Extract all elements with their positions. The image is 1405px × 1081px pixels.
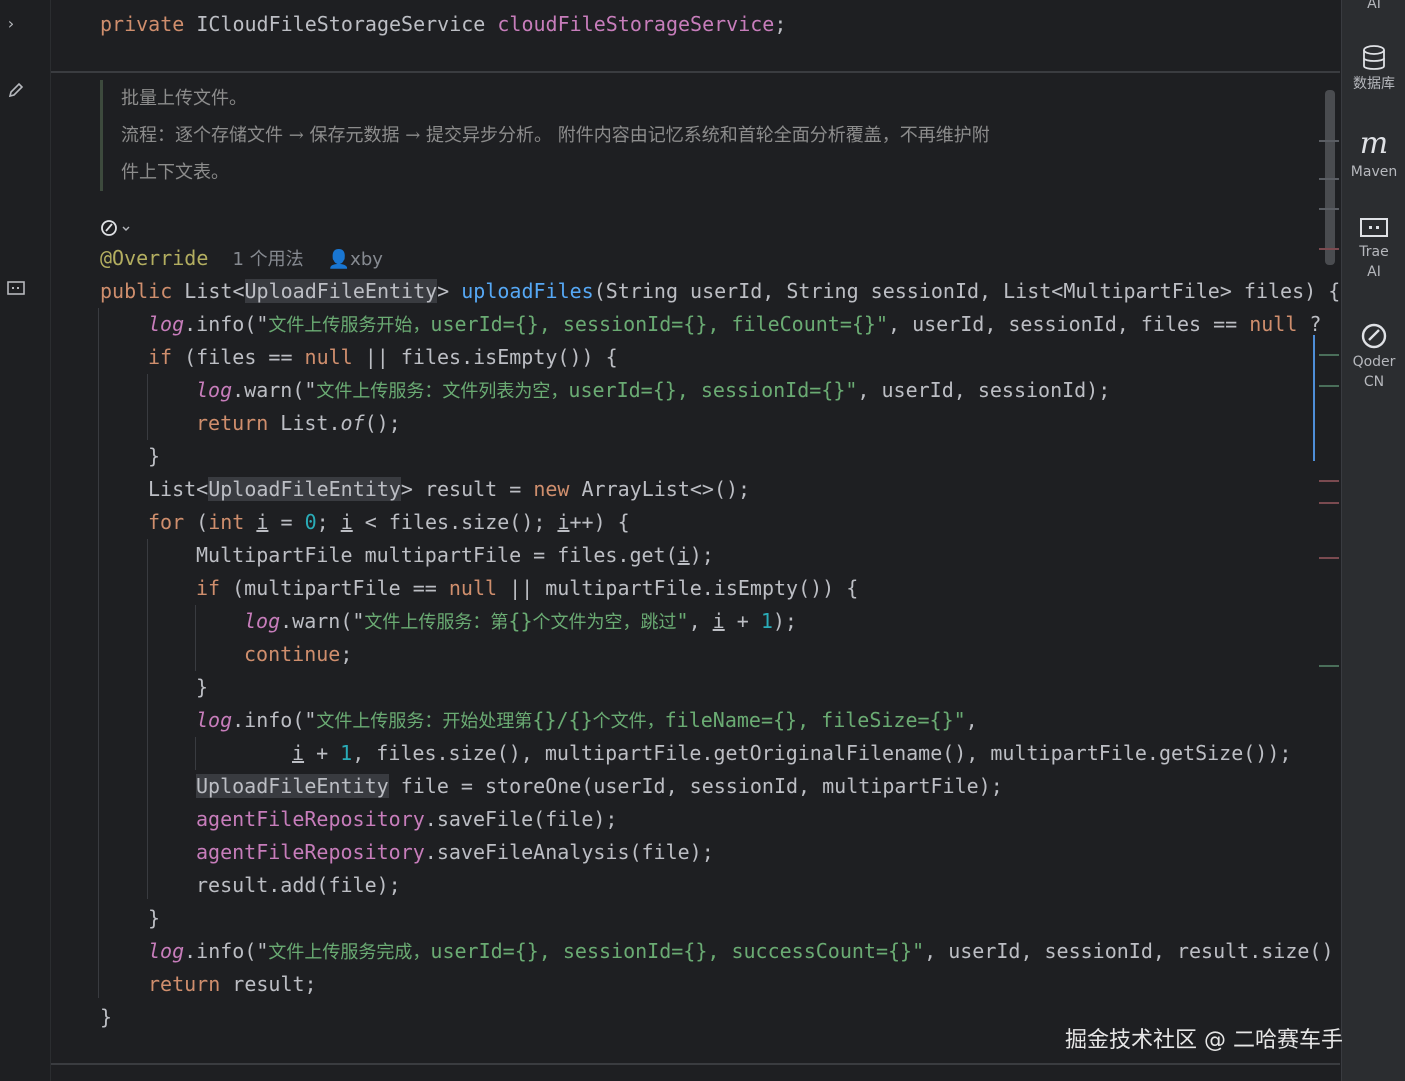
keyword: private bbox=[100, 12, 185, 36]
code-line: for (int i = 0; i < files.size(); i++) { bbox=[148, 510, 630, 534]
code-line: log.info("文件上传服务开始，userId={}, sessionId=… bbox=[148, 312, 1322, 336]
method-name: uploadFiles bbox=[461, 279, 594, 303]
indent-guide bbox=[195, 737, 196, 770]
maven-icon: m bbox=[1359, 126, 1389, 161]
method-signature: public List<UploadFileEntity> uploadFile… bbox=[100, 279, 1340, 303]
trae-ai-label: Trae AI bbox=[1359, 244, 1389, 280]
collapse-arrow-icon[interactable]: › bbox=[6, 14, 16, 33]
terminal-icon[interactable] bbox=[6, 280, 26, 300]
trae-icon bbox=[1360, 218, 1388, 237]
section-separator bbox=[51, 1063, 1340, 1065]
maven-label: Maven bbox=[1350, 164, 1398, 180]
qoder-tool-button[interactable]: Qoder CN bbox=[1342, 322, 1405, 392]
scroll-marker bbox=[1319, 557, 1339, 559]
indent-guide bbox=[147, 374, 148, 440]
code-line: result.add(file); bbox=[196, 873, 401, 897]
scroll-marker bbox=[1319, 665, 1339, 667]
code-line: log.info("文件上传服务：开始处理第{}/{}个文件，fileName=… bbox=[196, 708, 978, 732]
qoder-label: Qoder CN bbox=[1352, 354, 1396, 390]
annotation-line: @Override 1 个用法 👤xby bbox=[100, 242, 383, 276]
scroll-marker bbox=[1319, 140, 1339, 142]
left-gutter: › bbox=[0, 0, 51, 1081]
scroll-marker bbox=[1319, 354, 1339, 356]
code-line: MultipartFile multipartFile = files.get(… bbox=[196, 543, 714, 567]
scroll-marker bbox=[1319, 178, 1339, 180]
code-editor[interactable]: private ICloudFileStorageService cloudFi… bbox=[51, 0, 1340, 1081]
code-line: if (files == null || files.isEmpty()) { bbox=[148, 345, 618, 369]
indent-guide bbox=[195, 605, 196, 671]
watermark: 掘金技术社区 @ 二哈赛车手 bbox=[1065, 1028, 1343, 1053]
user-icon: 👤 bbox=[327, 249, 351, 270]
code-line: return List.of(); bbox=[196, 411, 401, 435]
javadoc-comment: 批量上传文件。 流程：逐个存储文件 → 保存元数据 → 提交异步分析。 附件内容… bbox=[100, 80, 1121, 191]
trae-ai-tool-button[interactable]: Trae AI bbox=[1342, 216, 1405, 282]
code-line: if (multipartFile == null || multipartFi… bbox=[196, 576, 859, 600]
caret-scope-marker bbox=[1313, 335, 1315, 461]
field-declaration-line: private ICloudFileStorageService cloudFi… bbox=[100, 12, 787, 36]
type-name: ICloudFileStorageService bbox=[196, 12, 486, 36]
javadoc-line: 流程：逐个存储文件 → 保存元数据 → 提交异步分析。 附件内容由记忆系统和首轮… bbox=[121, 125, 990, 146]
code-line: continue; bbox=[244, 642, 353, 666]
database-tool-button[interactable]: 数据库 bbox=[1342, 44, 1405, 94]
scroll-marker bbox=[1319, 208, 1339, 210]
code-line: i + 1, files.size(), multipartFile.getOr… bbox=[292, 741, 1292, 765]
indent-guide bbox=[98, 308, 99, 998]
code-line: agentFileRepository.saveFile(file); bbox=[196, 807, 618, 831]
code-line: } bbox=[196, 675, 209, 699]
edit-pencil-icon[interactable] bbox=[6, 80, 26, 104]
code-line: log.warn("文件上传服务：第{}个文件为空，跳过", i + 1); bbox=[244, 609, 797, 633]
indent-guide bbox=[147, 539, 148, 899]
qoder-icon bbox=[1361, 323, 1387, 349]
code-line: } bbox=[148, 906, 161, 930]
code-line: } bbox=[148, 444, 161, 468]
ai-inline-hint[interactable] bbox=[100, 218, 134, 242]
code-line: return result; bbox=[148, 972, 317, 996]
javadoc-line: 件上下文表。 bbox=[121, 162, 229, 183]
javadoc-line: 批量上传文件。 bbox=[121, 88, 247, 109]
section-separator bbox=[51, 71, 1340, 73]
scroll-marker bbox=[1319, 480, 1339, 482]
code-line: log.info("文件上传服务完成，userId={}, sessionId=… bbox=[148, 939, 1334, 963]
usage-hint[interactable]: 1 个用法 bbox=[232, 249, 303, 270]
ai-label[interactable]: AI bbox=[1342, 0, 1405, 14]
maven-tool-button[interactable]: m Maven bbox=[1342, 128, 1405, 182]
database-label: 数据库 bbox=[1353, 76, 1395, 92]
code-line: log.warn("文件上传服务：文件列表为空，userId={}, sessi… bbox=[196, 378, 1111, 402]
ai-assistant-icon bbox=[101, 220, 130, 236]
right-tool-bar: AI 数据库 m Maven Trae AI Qoder CN bbox=[1341, 0, 1405, 1081]
code-line: UploadFileEntity file = storeOne(userId,… bbox=[196, 774, 1003, 798]
field-name: cloudFileStorageService bbox=[497, 12, 775, 36]
scroll-marker bbox=[1319, 248, 1339, 250]
scroll-marker bbox=[1319, 385, 1339, 387]
author-hint[interactable]: xby bbox=[350, 249, 383, 270]
override-annotation: @Override bbox=[100, 246, 209, 270]
code-line: agentFileRepository.saveFileAnalysis(fil… bbox=[196, 840, 714, 864]
scroll-marker bbox=[1319, 502, 1339, 504]
code-line: List<UploadFileEntity> result = new Arra… bbox=[148, 477, 751, 501]
code-line: } bbox=[100, 1005, 113, 1029]
database-icon bbox=[1363, 45, 1385, 70]
